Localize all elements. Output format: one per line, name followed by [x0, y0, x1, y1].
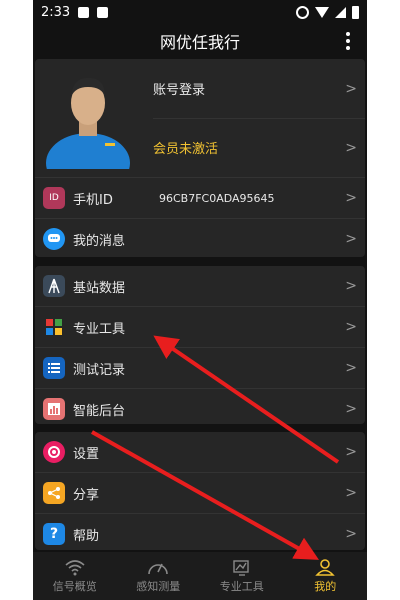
- help-icon: ?: [43, 523, 65, 545]
- battery-icon: [352, 5, 359, 19]
- share-icon: [43, 482, 65, 504]
- tab-perception-measure[interactable]: 感知测量: [117, 552, 201, 600]
- test-records-label: 测试记录: [73, 362, 126, 378]
- help-label: 帮助: [73, 528, 100, 544]
- cell-signal-icon: [335, 6, 346, 18]
- wifi-signal-icon: [65, 560, 85, 576]
- chevron-right-icon: >: [345, 401, 357, 417]
- tool-chart-icon: [233, 560, 249, 576]
- tools-card: 基站数据 > 专业工具 > 测试记录 > 智能后台 >: [35, 266, 365, 424]
- chevron-right-icon: >: [345, 190, 357, 206]
- chevron-right-icon: >: [345, 526, 357, 542]
- base-station-row[interactable]: 基站数据 >: [35, 266, 365, 307]
- tab-signal-overview[interactable]: 信号概览: [33, 552, 117, 600]
- id-icon: ID: [43, 187, 65, 209]
- account-login-row[interactable]: 账号登录 >: [153, 59, 365, 119]
- messages-row[interactable]: 我的消息 >: [35, 219, 365, 259]
- test-records-row[interactable]: 测试记录 >: [35, 348, 365, 389]
- settings-row[interactable]: 设置 >: [35, 432, 365, 473]
- tab-label: 感知测量: [136, 580, 181, 593]
- share-row[interactable]: 分享 >: [35, 473, 365, 514]
- member-status-label: 会员未激活: [153, 142, 219, 157]
- account-card: 账号登录 > 会员未激活 > ID 手机ID 96CB7FC0ADA95645 …: [35, 59, 365, 257]
- app-title: 网优任我行: [159, 33, 240, 52]
- smart-backend-label: 智能后台: [73, 403, 126, 419]
- settings-icon: [43, 441, 65, 463]
- avatar: [46, 77, 130, 169]
- chevron-right-icon: >: [345, 80, 357, 97]
- notification-icon: [78, 6, 90, 18]
- location-icon: [296, 5, 309, 19]
- list-icon: [43, 357, 65, 379]
- help-row[interactable]: ? 帮助 >: [35, 514, 365, 554]
- base-station-icon: [43, 275, 65, 297]
- image-notification-icon: [97, 6, 109, 18]
- pro-tools-label: 专业工具: [73, 321, 126, 337]
- messages-label: 我的消息: [73, 233, 126, 249]
- chevron-right-icon: >: [345, 278, 357, 294]
- person-icon: [315, 559, 336, 576]
- chevron-right-icon: >: [345, 444, 357, 460]
- bottom-tab-bar: 信号概览 感知测量 专业工具 我的: [33, 552, 367, 600]
- tab-label: 专业工具: [219, 580, 264, 593]
- share-label: 分享: [73, 487, 100, 503]
- phone-id-value: 96CB7FC0ADA95645: [159, 191, 275, 205]
- more-options-icon[interactable]: [339, 30, 357, 52]
- tab-pro-tools[interactable]: 专业工具: [200, 552, 284, 600]
- phone-screen: 2:33 网优任我行 账号登录 > 会员未激活 > ID 手机ID 96CB7F…: [33, 0, 367, 600]
- base-station-label: 基站数据: [73, 280, 126, 296]
- status-time: 2:33: [41, 4, 71, 20]
- app-bar: 网优任我行: [33, 24, 367, 58]
- wifi-icon: [315, 6, 329, 18]
- phone-id-row[interactable]: ID 手机ID 96CB7FC0ADA95645 >: [35, 178, 365, 219]
- gauge-icon: [148, 563, 169, 575]
- chart-icon: [43, 398, 65, 420]
- status-bar: 2:33: [33, 0, 367, 24]
- phone-id-label: 手机ID: [73, 192, 113, 208]
- message-icon: [43, 228, 65, 250]
- account-login-label: 账号登录: [153, 83, 206, 98]
- chevron-right-icon: >: [345, 485, 357, 501]
- chevron-right-icon: >: [345, 360, 357, 376]
- chevron-right-icon: >: [345, 139, 357, 156]
- tools-grid-icon: [43, 316, 65, 338]
- tab-label: 我的: [314, 580, 337, 593]
- tab-label: 信号概览: [52, 580, 97, 593]
- chevron-right-icon: >: [345, 231, 357, 247]
- pro-tools-row[interactable]: 专业工具 >: [35, 307, 365, 348]
- profile-section: 账号登录 > 会员未激活 >: [35, 59, 365, 178]
- tab-mine[interactable]: 我的: [284, 552, 368, 600]
- smart-backend-row[interactable]: 智能后台 >: [35, 389, 365, 429]
- chevron-right-icon: >: [345, 319, 357, 335]
- member-status-row[interactable]: 会员未激活 >: [153, 118, 365, 177]
- settings-label: 设置: [73, 446, 100, 462]
- misc-card: 设置 > 分享 > ? 帮助 >: [35, 432, 365, 550]
